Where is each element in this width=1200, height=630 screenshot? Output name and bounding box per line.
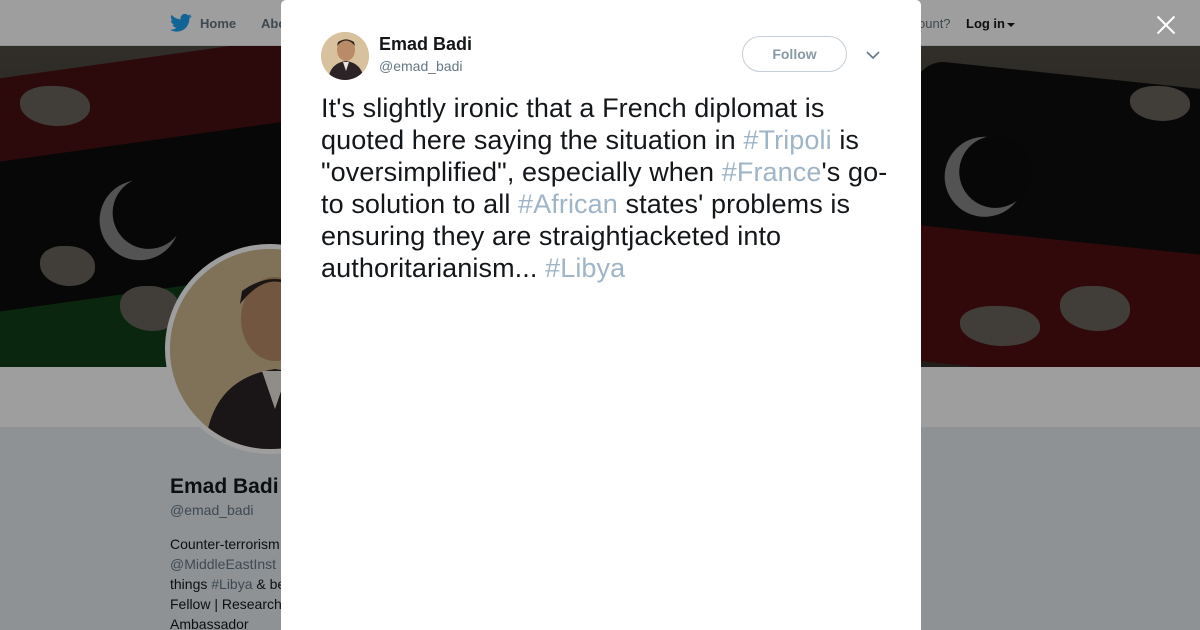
follow-button[interactable]: Follow [742,36,847,72]
chevron-down-icon[interactable] [865,47,881,63]
hashtag-link[interactable]: #France [722,157,822,187]
hashtag-link[interactable]: #African [518,189,618,219]
tweet-modal: Emad Badi @emad_badi Follow It's slightl… [281,0,921,630]
tweet-author-handle[interactable]: @emad_badi [379,58,463,74]
tweet-author-name[interactable]: Emad Badi [379,34,472,55]
tweet-text: It's slightly ironic that a French diplo… [321,92,891,284]
hashtag-link[interactable]: #Libya [545,253,625,283]
tweet-author-avatar[interactable] [321,32,369,80]
person-silhouette [321,32,369,80]
close-icon[interactable] [1153,12,1179,38]
hashtag-link[interactable]: #Tripoli [743,125,831,155]
